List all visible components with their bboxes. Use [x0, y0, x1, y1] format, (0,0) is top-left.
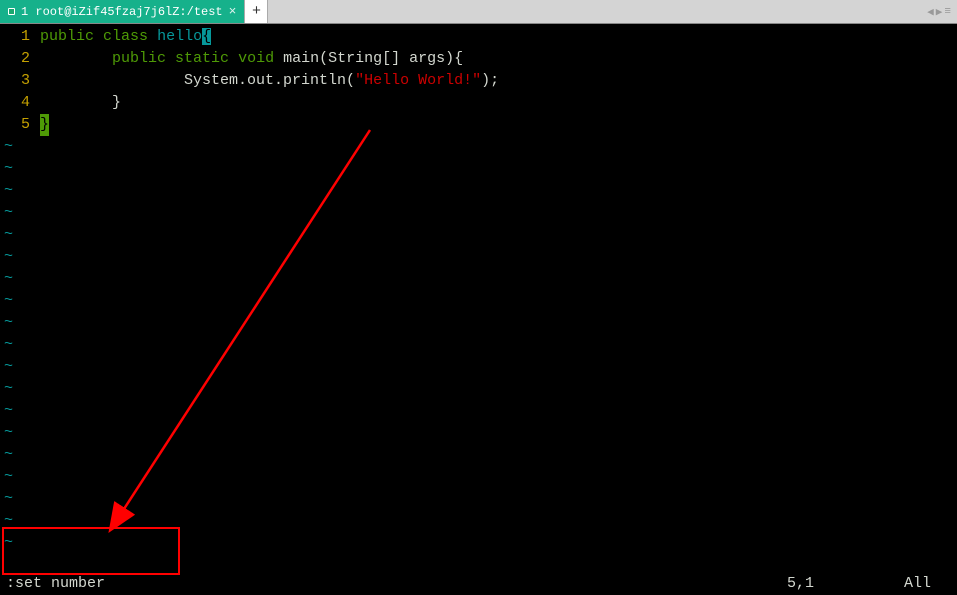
empty-line-tilde: ~: [0, 378, 957, 400]
code-area[interactable]: 1public class hello{2 public static void…: [0, 26, 957, 136]
plus-icon: +: [252, 3, 261, 20]
line-number: 5: [0, 114, 40, 136]
nav-right-icon[interactable]: ▶: [936, 5, 943, 19]
cursor-position: 5,1: [787, 573, 814, 595]
empty-line-tilde: ~: [0, 180, 957, 202]
code-content[interactable]: }: [40, 92, 121, 114]
empty-line-tilde: ~: [0, 312, 957, 334]
nav-menu-icon[interactable]: ≡: [944, 6, 951, 18]
code-line[interactable]: 1public class hello{: [0, 26, 957, 48]
code-line[interactable]: 5}: [0, 114, 957, 136]
add-tab-button[interactable]: +: [244, 0, 268, 23]
code-content[interactable]: System.out.println("Hello World!");: [40, 70, 499, 92]
empty-line-tilde: ~: [0, 510, 957, 532]
line-number: 1: [0, 26, 40, 48]
code-line[interactable]: 3 System.out.println("Hello World!");: [0, 70, 957, 92]
tab-title: 1 root@iZif45fzaj7j6lZ:/test: [21, 5, 223, 19]
empty-line-tilde: ~: [0, 488, 957, 510]
close-icon[interactable]: ×: [229, 4, 237, 19]
nav-left-icon[interactable]: ◀: [927, 5, 934, 19]
tab-nav: ◀ ▶ ≡: [927, 0, 957, 23]
empty-line-tilde: ~: [0, 444, 957, 466]
empty-line-tilde: ~: [0, 422, 957, 444]
cursor: }: [40, 114, 49, 136]
empty-line-tilde: ~: [0, 136, 957, 158]
code-content[interactable]: public class hello{: [40, 26, 211, 48]
code-line[interactable]: 4 }: [0, 92, 957, 114]
code-content[interactable]: }: [40, 114, 49, 136]
empty-line-tilde: ~: [0, 158, 957, 180]
vim-editor[interactable]: 1public class hello{2 public static void…: [0, 24, 957, 595]
code-line[interactable]: 2 public static void main(String[] args)…: [0, 48, 957, 70]
empty-line-tilde: ~: [0, 224, 957, 246]
empty-line-tilde: ~: [0, 466, 957, 488]
line-number: 2: [0, 48, 40, 70]
terminal-tab[interactable]: 1 root@iZif45fzaj7j6lZ:/test ×: [0, 0, 244, 23]
empty-line-tilde: ~: [0, 268, 957, 290]
tab-bar: 1 root@iZif45fzaj7j6lZ:/test × + ◀ ▶ ≡: [0, 0, 957, 24]
tab-indicator-icon: [8, 8, 15, 15]
vim-command: :set number: [6, 573, 105, 595]
empty-line-tilde: ~: [0, 400, 957, 422]
scroll-indicator: All: [904, 573, 931, 595]
empty-line-tilde: ~: [0, 290, 957, 312]
empty-line-tilde: ~: [0, 202, 957, 224]
code-content[interactable]: public static void main(String[] args){: [40, 48, 463, 70]
empty-line-tilde: ~: [0, 532, 957, 554]
empty-line-tilde: ~: [0, 334, 957, 356]
empty-lines: ~~~~~~~~~~~~~~~~~~~: [0, 136, 957, 554]
line-number: 3: [0, 70, 40, 92]
line-number: 4: [0, 92, 40, 114]
empty-line-tilde: ~: [0, 356, 957, 378]
empty-line-tilde: ~: [0, 246, 957, 268]
vim-status-bar: :set number 5,1 All: [0, 573, 957, 595]
